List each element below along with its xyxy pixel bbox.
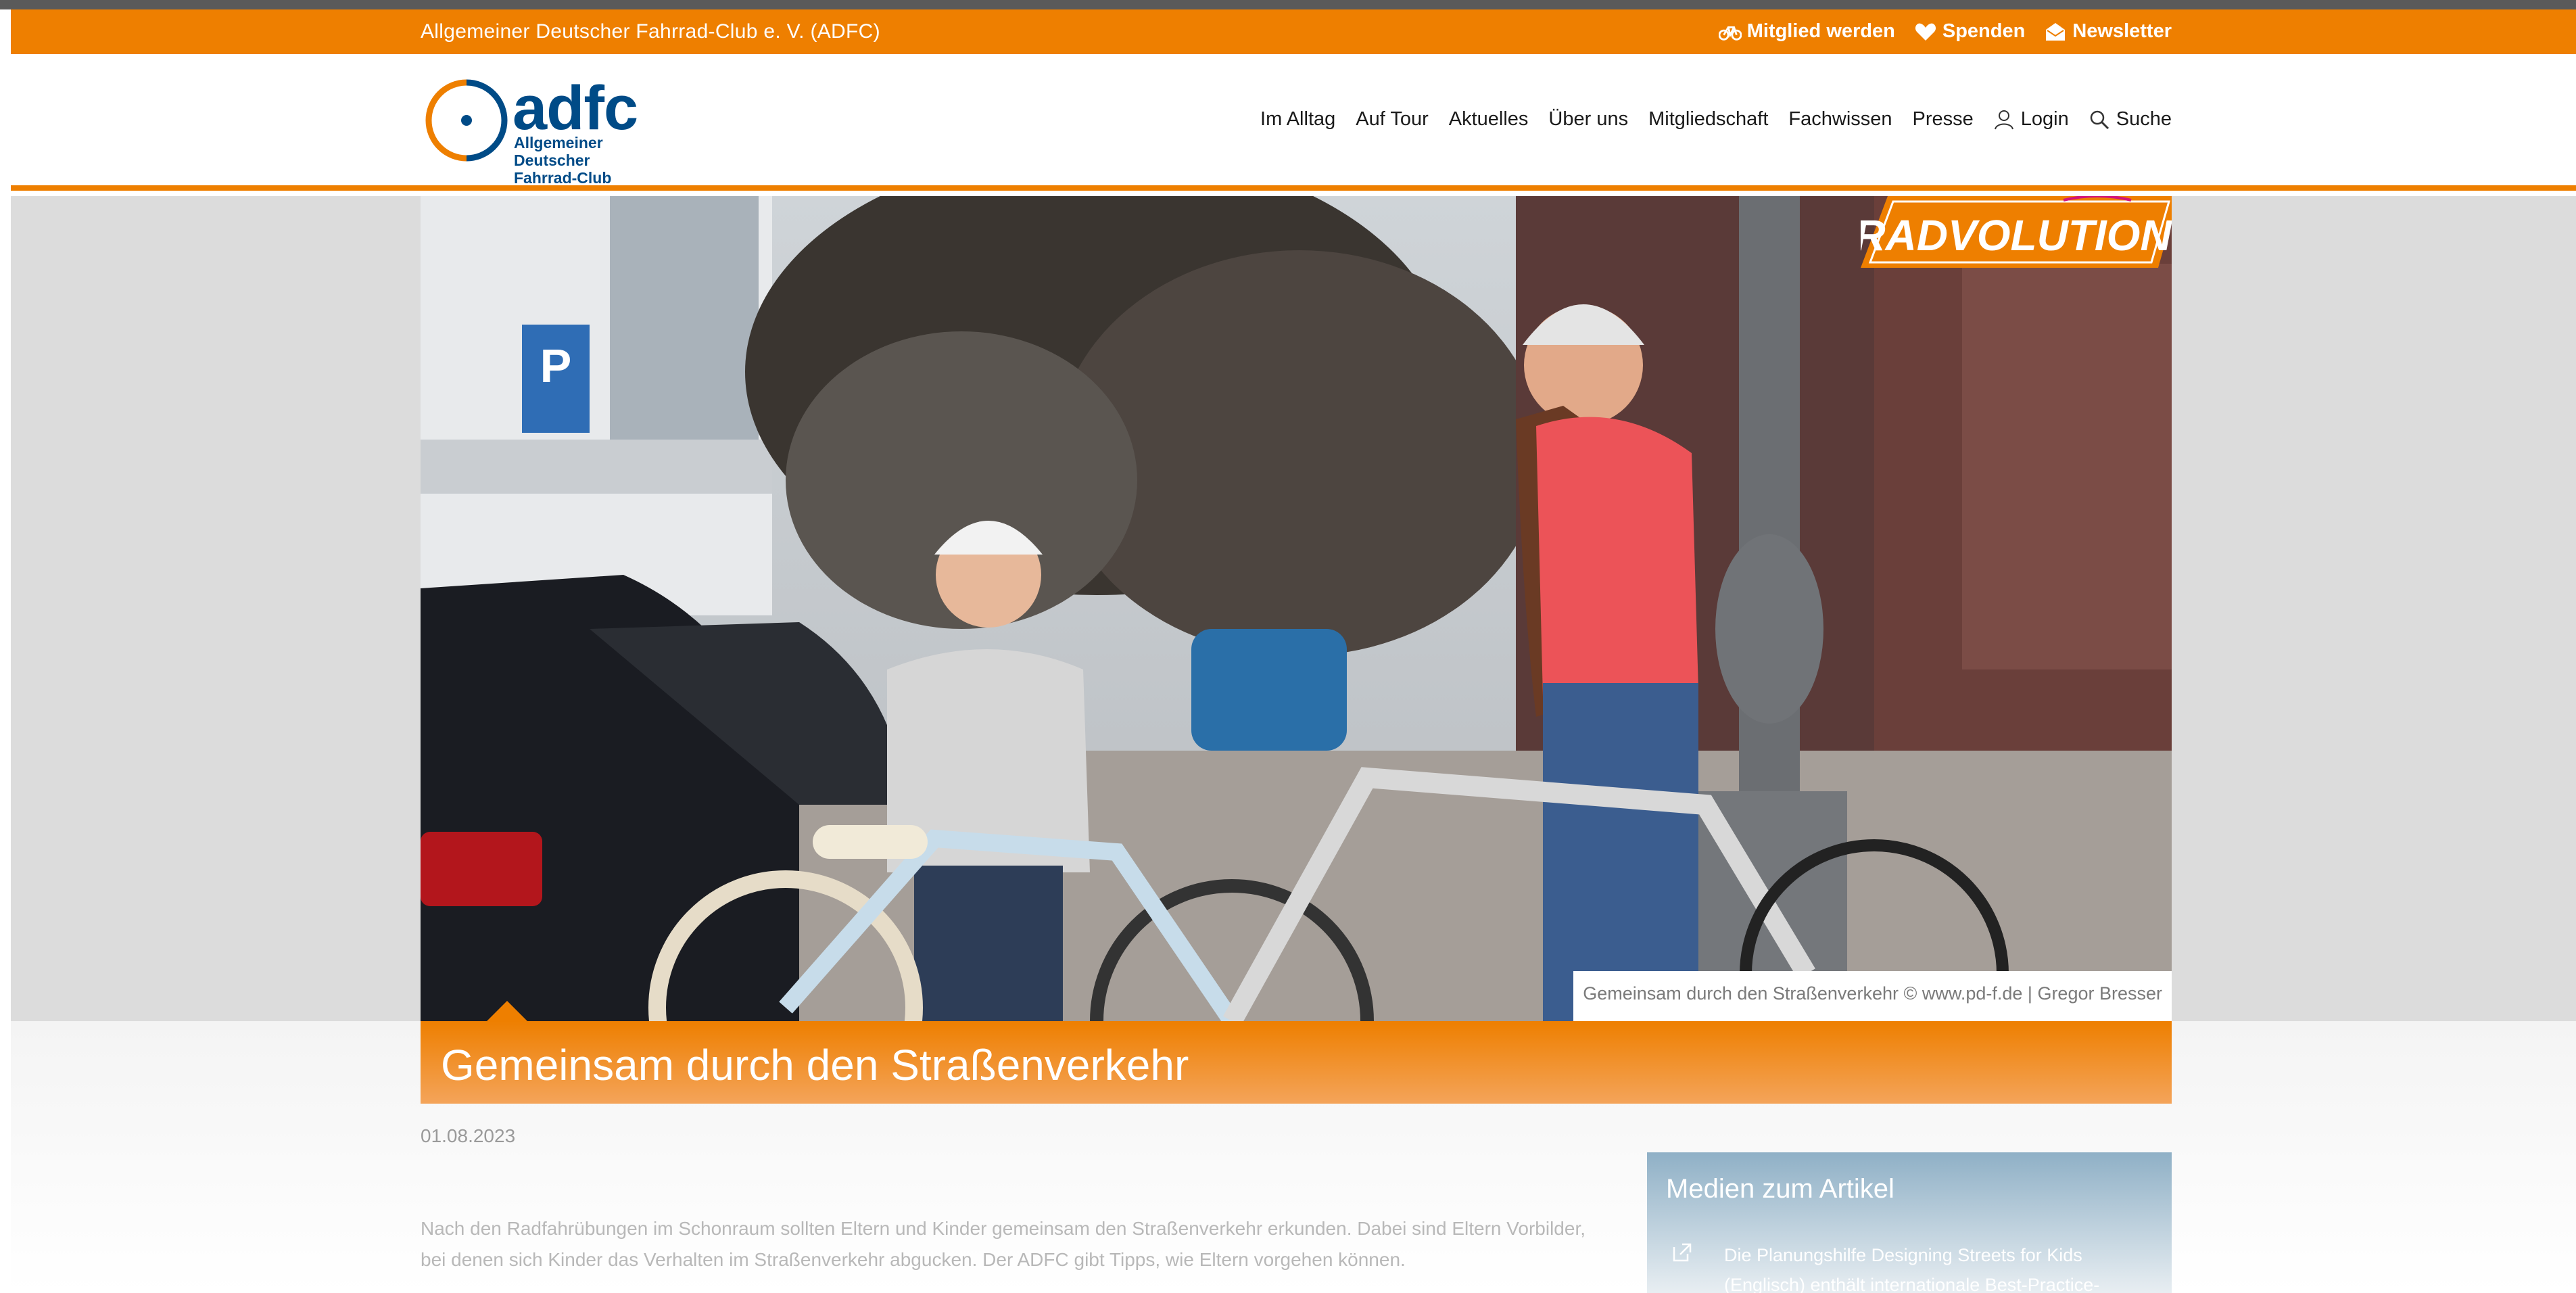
- badge-text: RADVOLUTION: [1861, 211, 2172, 260]
- login-link[interactable]: Login: [1994, 108, 2069, 131]
- newsletter-link[interactable]: Newsletter: [2044, 20, 2172, 43]
- article-date: 01.08.2023: [421, 1125, 516, 1146]
- media-box: Medien zum Artikel Die Planungshilfe Des…: [1647, 1152, 2172, 1293]
- media-heading: Medien zum Artikel: [1666, 1174, 1894, 1204]
- nav-item-mitgliedschaft[interactable]: Mitgliedschaft: [1648, 108, 1768, 131]
- search-icon: [2090, 110, 2109, 129]
- organization-name: Allgemeiner Deutscher Fahrrad-Club e. V.…: [421, 20, 880, 43]
- hero-photo: P: [421, 196, 2172, 1021]
- nav-item-presse[interactable]: Presse: [1913, 108, 1974, 131]
- newsletter-label: Newsletter: [2072, 20, 2172, 42]
- hero-image: P RADVOLUTION Gemeinsam durch den Straße…: [421, 196, 2172, 1021]
- become-member-label: Mitglied werden: [1746, 20, 1895, 42]
- donate-label: Spenden: [1942, 20, 2026, 42]
- image-caption: Gemeinsam durch den Straßenverkehr © www…: [1573, 971, 2172, 1021]
- external-link-icon: [1673, 1243, 1692, 1262]
- window-top-edge: [0, 0, 2576, 9]
- nav-item-fachwissen[interactable]: Fachwissen: [1788, 108, 1892, 131]
- user-icon: [1994, 110, 2013, 129]
- donate-link[interactable]: Spenden: [1914, 20, 2025, 43]
- nav-item-auf-tour[interactable]: Auf Tour: [1356, 108, 1428, 131]
- svg-text:P: P: [540, 339, 572, 392]
- become-member-link[interactable]: Mitglied werden: [1718, 20, 1895, 43]
- bicycle-icon: [1718, 26, 1742, 41]
- article-title-bar: Gemeinsam durch den Straßenverkehr: [421, 1001, 2172, 1104]
- title-notch: [487, 1001, 527, 1021]
- logo-subtitle: Allgemeiner Deutscher Fahrrad-Club: [514, 134, 682, 187]
- nav-item-aktuelles[interactable]: Aktuelles: [1449, 108, 1529, 131]
- media-item-link[interactable]: Die Planungshilfe Designing Streets for …: [1724, 1240, 2143, 1293]
- article-title: Gemeinsam durch den Straßenverkehr: [441, 1041, 1189, 1089]
- nav-item-ueber-uns[interactable]: Über uns: [1548, 108, 1628, 131]
- site-header: adfc Allgemeiner Deutscher Fahrrad-Club …: [11, 54, 2576, 191]
- heart-icon: [1915, 23, 1936, 41]
- envelope-icon: [2046, 22, 2066, 41]
- logo-subtitle-line2: Fahrrad-Club: [514, 169, 612, 187]
- login-label: Login: [2020, 108, 2069, 130]
- main-navigation: Im Alltag Auf Tour Aktuelles Über uns Mi…: [1260, 108, 2172, 131]
- search-label: Suche: [2116, 108, 2172, 130]
- logo-subtitle-line1: Allgemeiner Deutscher: [514, 134, 603, 169]
- adfc-logo[interactable]: adfc Allgemeiner Deutscher Fahrrad-Club: [425, 74, 682, 187]
- nav-item-im-alltag[interactable]: Im Alltag: [1260, 108, 1335, 131]
- logo-circle-icon: [425, 79, 508, 162]
- radvolution-badge: RADVOLUTION: [1861, 196, 2172, 268]
- top-links: Mitglied werden Spenden Newsletter: [1718, 20, 2172, 43]
- search-link[interactable]: Suche: [2089, 108, 2172, 131]
- article-intro: Nach den Radfahrübungen im Schonraum sol…: [421, 1218, 1585, 1270]
- top-bar: Allgemeiner Deutscher Fahrrad-Club e. V.…: [11, 9, 2576, 54]
